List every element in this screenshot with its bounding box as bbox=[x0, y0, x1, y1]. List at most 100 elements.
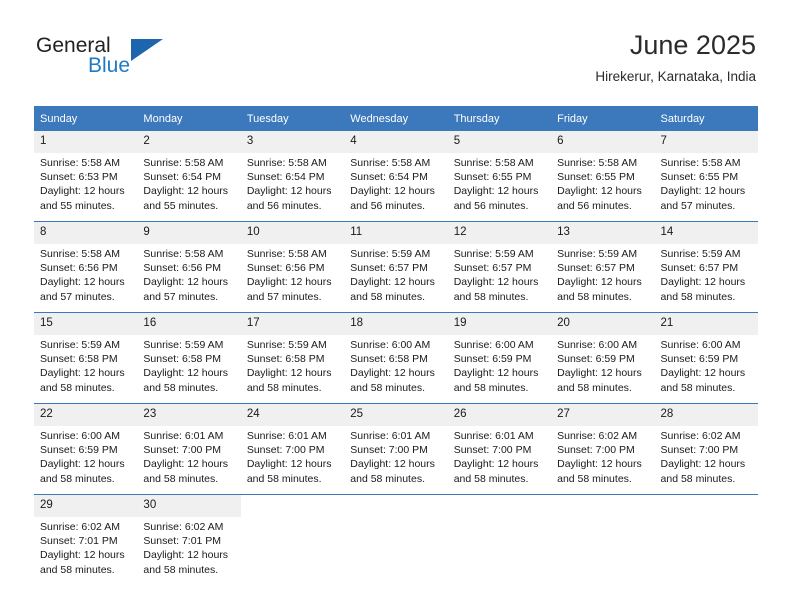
day-cell[interactable]: 19 Sunrise: 6:00 AM Sunset: 6:59 PM Dayligh… bbox=[447, 312, 552, 404]
sunrise-text: Sunrise: 5:58 AM bbox=[246, 157, 327, 169]
daylight-text-line2: and 58 minutes. bbox=[350, 290, 425, 303]
daylight-text-line2: and 57 minutes. bbox=[143, 290, 219, 303]
page-title: June 2025 bbox=[629, 30, 756, 60]
sunset-text: Sunset: 6:57 PM bbox=[453, 262, 532, 275]
daylight-text-line2: and 58 minutes. bbox=[660, 290, 736, 303]
day-number: 15 bbox=[34, 313, 138, 335]
sunset-text: Sunset: 6:59 PM bbox=[660, 353, 739, 366]
daylight-text-line2: and 55 minutes. bbox=[143, 199, 219, 212]
sunset-text: Sunset: 6:59 PM bbox=[453, 353, 532, 366]
day-cell[interactable]: 11 Sunrise: 5:59 AM Sunset: 6:57 PM Dayligh… bbox=[344, 221, 448, 313]
daylight-text-line2: and 58 minutes. bbox=[453, 472, 529, 485]
day-cell[interactable]: 1 Sunrise: 5:58 AM Sunset: 6:53 PM Daylight… bbox=[34, 131, 138, 222]
daylight-text-line2: and 58 minutes. bbox=[557, 290, 632, 303]
day-cell[interactable]: 4 Sunrise: 5:58 AM Sunset: 6:54 PM Daylight… bbox=[344, 131, 448, 222]
triangle-icon bbox=[131, 39, 163, 61]
week-row: 8 Sunrise: 5:58 AM Sunset: 6:56 PM Daylight… bbox=[34, 221, 758, 313]
brand-logo[interactable]: General Blue bbox=[36, 34, 216, 86]
day-cell[interactable]: 9 Sunrise: 5:58 AM Sunset: 6:56 PM Daylight… bbox=[137, 221, 241, 313]
daylight-text-line1: Daylight: 12 hours bbox=[143, 276, 229, 289]
day-number: 5 bbox=[447, 131, 552, 153]
daylight-text-line2: and 58 minutes. bbox=[453, 290, 529, 303]
day-cell[interactable]: 12 Sunrise: 5:59 AM Sunset: 6:57 PM Dayligh… bbox=[447, 221, 552, 313]
calendar-table: Sunday Monday Tuesday Wednesday Thursday… bbox=[34, 106, 758, 585]
day-cell-empty bbox=[447, 494, 552, 585]
dow-header-monday: Monday bbox=[137, 106, 241, 131]
day-cell[interactable]: 7 Sunrise: 5:58 AM Sunset: 6:55 PM Daylight… bbox=[654, 131, 758, 222]
daylight-text-line1: Daylight: 12 hours bbox=[246, 458, 332, 471]
dow-header-sunday: Sunday bbox=[34, 106, 138, 131]
day-cell[interactable]: 20 Sunrise: 6:00 AM Sunset: 6:59 PM Dayligh… bbox=[551, 312, 655, 404]
sunrise-text: Sunrise: 5:58 AM bbox=[143, 248, 224, 260]
sunrise-text: Sunrise: 5:58 AM bbox=[557, 157, 638, 169]
day-number: 8 bbox=[34, 222, 138, 244]
daylight-text-line2: and 57 minutes. bbox=[40, 290, 115, 303]
day-cell[interactable]: 23 Sunrise: 6:01 AM Sunset: 7:00 PM Dayligh… bbox=[137, 403, 241, 495]
daylight-text-line1: Daylight: 12 hours bbox=[557, 276, 642, 289]
day-cell[interactable]: 8 Sunrise: 5:58 AM Sunset: 6:56 PM Daylight… bbox=[34, 221, 138, 313]
dow-header-friday: Friday bbox=[551, 106, 655, 131]
day-number: 3 bbox=[240, 131, 345, 153]
sunset-text: Sunset: 7:00 PM bbox=[660, 444, 739, 457]
sunset-text: Sunset: 6:55 PM bbox=[660, 171, 739, 184]
day-cell[interactable]: 16 Sunrise: 5:59 AM Sunset: 6:58 PM Dayligh… bbox=[137, 312, 241, 404]
day-cell[interactable]: 14 Sunrise: 5:59 AM Sunset: 6:57 PM Dayligh… bbox=[654, 221, 758, 313]
day-cell[interactable]: 26 Sunrise: 6:01 AM Sunset: 7:00 PM Dayligh… bbox=[447, 403, 552, 495]
day-number: 9 bbox=[137, 222, 241, 244]
day-cell[interactable]: 15 Sunrise: 5:59 AM Sunset: 6:58 PM Dayligh… bbox=[34, 312, 138, 404]
day-number: 14 bbox=[654, 222, 758, 244]
daylight-text-line2: and 58 minutes. bbox=[557, 381, 632, 394]
brand-name-blue: Blue bbox=[88, 54, 131, 77]
page-subtitle: Hirekerur, Karnataka, India bbox=[595, 69, 756, 84]
day-number: 16 bbox=[137, 313, 241, 335]
sunrise-text: Sunrise: 5:59 AM bbox=[143, 339, 224, 351]
day-cell[interactable]: 10 Sunrise: 5:58 AM Sunset: 6:56 PM Dayligh… bbox=[240, 221, 345, 313]
day-cell[interactable]: 28 Sunrise: 6:02 AM Sunset: 7:00 PM Dayligh… bbox=[654, 403, 758, 495]
sunset-text: Sunset: 6:57 PM bbox=[660, 262, 739, 275]
day-number: 23 bbox=[137, 404, 241, 426]
sunrise-text: Sunrise: 5:59 AM bbox=[40, 339, 120, 351]
daylight-text-line1: Daylight: 12 hours bbox=[453, 185, 539, 198]
daylight-text-line2: and 58 minutes. bbox=[40, 563, 115, 576]
day-number: 21 bbox=[654, 313, 758, 335]
day-cell[interactable]: 18 Sunrise: 6:00 AM Sunset: 6:58 PM Dayligh… bbox=[344, 312, 448, 404]
day-cell[interactable]: 22 Sunrise: 6:00 AM Sunset: 6:59 PM Dayligh… bbox=[34, 403, 138, 495]
day-cell[interactable]: 3 Sunrise: 5:58 AM Sunset: 6:54 PM Daylight… bbox=[240, 131, 345, 222]
day-number: 7 bbox=[654, 131, 758, 153]
daylight-text-line1: Daylight: 12 hours bbox=[557, 458, 642, 471]
sunrise-text: Sunrise: 5:58 AM bbox=[350, 157, 431, 169]
day-number: 10 bbox=[240, 222, 345, 244]
day-cell[interactable]: 17 Sunrise: 5:59 AM Sunset: 6:58 PM Dayligh… bbox=[240, 312, 345, 404]
sunset-text: Sunset: 6:58 PM bbox=[350, 353, 428, 366]
sunset-text: Sunset: 6:53 PM bbox=[40, 171, 118, 184]
sunrise-text: Sunrise: 6:01 AM bbox=[246, 430, 327, 442]
sunset-text: Sunset: 6:55 PM bbox=[557, 171, 635, 184]
sunset-text: Sunset: 6:58 PM bbox=[40, 353, 118, 366]
sunset-text: Sunset: 6:58 PM bbox=[246, 353, 325, 366]
day-number: 12 bbox=[447, 222, 552, 244]
day-cell[interactable]: 21 Sunrise: 6:00 AM Sunset: 6:59 PM Dayligh… bbox=[654, 312, 758, 404]
day-number bbox=[448, 495, 551, 517]
daylight-text-line1: Daylight: 12 hours bbox=[143, 549, 229, 562]
daylight-text-line1: Daylight: 12 hours bbox=[660, 367, 746, 380]
day-cell[interactable]: 30 Sunrise: 6:02 AM Sunset: 7:01 PM Dayligh… bbox=[137, 494, 241, 585]
day-cell[interactable]: 13 Sunrise: 5:59 AM Sunset: 6:57 PM Dayligh… bbox=[551, 221, 655, 313]
daylight-text-line2: and 57 minutes. bbox=[660, 199, 736, 212]
calendar-page: General Blue June 2025 Hirekerur, Karnat… bbox=[0, 0, 792, 612]
sunset-text: Sunset: 6:54 PM bbox=[350, 171, 428, 184]
sunrise-text: Sunrise: 5:59 AM bbox=[246, 339, 327, 351]
day-cell-empty bbox=[551, 494, 655, 585]
sunrise-text: Sunrise: 6:00 AM bbox=[453, 339, 534, 351]
day-cell[interactable]: 29 Sunrise: 6:02 AM Sunset: 7:01 PM Dayligh… bbox=[34, 494, 138, 585]
daylight-text-line2: and 57 minutes. bbox=[246, 290, 322, 303]
day-cell[interactable]: 24 Sunrise: 6:01 AM Sunset: 7:00 PM Dayligh… bbox=[240, 403, 345, 495]
day-cell[interactable]: 27 Sunrise: 6:02 AM Sunset: 7:00 PM Dayligh… bbox=[551, 403, 655, 495]
day-cell[interactable]: 25 Sunrise: 6:01 AM Sunset: 7:00 PM Dayligh… bbox=[344, 403, 448, 495]
daylight-text-line2: and 58 minutes. bbox=[143, 563, 219, 576]
day-cell[interactable]: 2 Sunrise: 5:58 AM Sunset: 6:54 PM Daylight… bbox=[137, 131, 241, 222]
day-cell[interactable]: 6 Sunrise: 5:58 AM Sunset: 6:55 PM Daylight… bbox=[551, 131, 655, 222]
daylight-text-line2: and 56 minutes. bbox=[453, 199, 529, 212]
day-of-week-header-row: Sunday Monday Tuesday Wednesday Thursday… bbox=[34, 106, 758, 131]
week-row: 22 Sunrise: 6:00 AM Sunset: 6:59 PM Dayligh… bbox=[34, 403, 758, 495]
day-cell[interactable]: 5 Sunrise: 5:58 AM Sunset: 6:55 PM Daylight… bbox=[447, 131, 552, 222]
